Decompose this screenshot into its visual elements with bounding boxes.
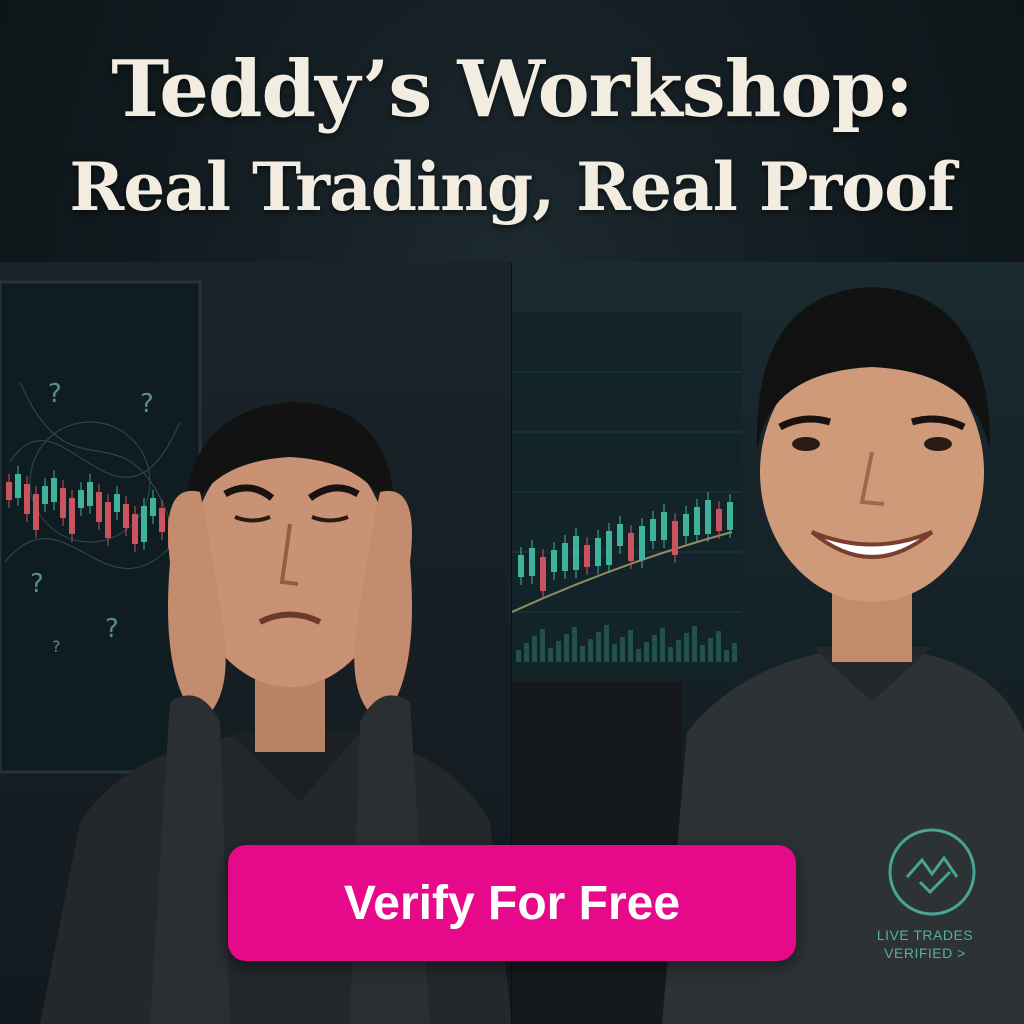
decorative-volume-bar [724,650,729,662]
decorative-volume-bar [692,626,697,662]
decorative-volume-bar [596,632,601,662]
decorative-volume-bar [628,630,633,662]
decorative-volume-bar [636,649,641,662]
decorative-volume-bar [556,641,561,662]
decorative-volume-bar [660,628,665,662]
decorative-volume-bar [716,631,721,662]
decorative-volume-bar [548,648,553,662]
decorative-volume-bar [540,629,545,662]
decorative-volume-bar [604,625,609,662]
decorative-volume-bar [708,638,713,662]
decorative-volume-bar [676,640,681,662]
decorative-volume-bar [668,647,673,662]
svg-text:?: ? [105,614,119,644]
decorative-volume-bar [580,646,585,662]
decorative-volume-bar [612,644,617,662]
decorative-volume-bar [700,645,705,662]
verify-for-free-button[interactable]: Verify For Free [228,845,796,961]
live-trades-verified-badge: LIVE TRADES VERIFIED > [860,926,990,962]
decorative-volume-bar [524,643,529,662]
svg-text:?: ? [48,379,62,409]
decorative-volume-bar [652,635,657,662]
svg-text:?: ? [52,637,61,656]
headline-line-1: Teddy’s Workshop: [111,44,914,135]
decorative-volume-bar [732,643,737,662]
badge-line-1: LIVE TRADES [876,927,974,943]
decorative-volume-bar [620,637,625,662]
badge-line-2: VERIFIED > [884,945,966,961]
ad-banner: Teddy’s Workshop: Real Trading, Real Pro… [0,0,1024,1024]
svg-text:?: ? [140,389,154,419]
decorative-volume-bar [532,636,537,662]
svg-text:?: ? [30,569,44,599]
decorative-volume-bar [572,627,577,662]
decorative-volume-bar [684,633,689,662]
decorative-volume-bar [588,639,593,662]
decorative-volume-bar [516,650,521,662]
decorative-volume-bar [644,642,649,662]
decorative-volume-bar [564,634,569,662]
headline-line-2: Real Trading, Real Proof [69,148,955,226]
